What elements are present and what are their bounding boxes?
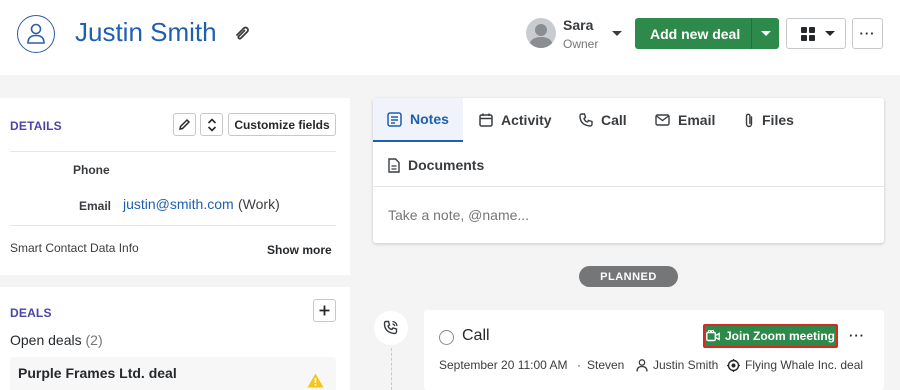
reorder-button[interactable] [200, 113, 223, 136]
composer-divider [373, 186, 884, 187]
timeline-connector [391, 348, 392, 390]
planned-label: PLANNED [579, 266, 678, 287]
activity-date: September 20 11:00 AM [439, 358, 568, 372]
tab-email[interactable]: Email [655, 98, 715, 142]
expand-collapse-icon [207, 117, 216, 132]
tab-label: Documents [408, 157, 485, 173]
tab-label: Call [601, 112, 627, 128]
open-deals-label: Open deals [10, 332, 82, 348]
add-deal-button[interactable] [313, 299, 336, 322]
note-composer: Notes Activity Call Email Files Document… [373, 98, 884, 243]
contact-avatar [17, 15, 55, 53]
target-icon [727, 358, 740, 372]
smart-contact-data-label: Smart Contact Data Info [10, 241, 139, 255]
activity-deal-name[interactable]: Flying Whale Inc. deal [745, 358, 863, 372]
tab-notes[interactable]: Notes [373, 98, 463, 142]
show-more-link[interactable]: Show more [267, 243, 332, 257]
chevron-down-icon [825, 31, 835, 36]
deals-title: DEALS [10, 306, 52, 320]
phone-label: Phone [73, 163, 110, 177]
join-zoom-meeting-button[interactable]: Join Zoom meeting [703, 324, 838, 348]
divider [10, 151, 336, 152]
owner-name[interactable]: Sara [563, 17, 593, 33]
activity-card[interactable]: Call Join Zoom meeting ··· September 20 … [424, 310, 884, 390]
button-divider [751, 18, 752, 49]
deals-panel: DEALS Open deals (2) Purple Frames Ltd. … [0, 287, 350, 390]
user-silhouette-icon [529, 24, 553, 48]
person-icon [27, 23, 45, 44]
meta-separator: · [577, 358, 581, 372]
chevron-down-icon[interactable] [612, 31, 622, 36]
email-label: Email [79, 199, 112, 213]
edit-button[interactable] [173, 113, 196, 136]
tab-label: Notes [410, 111, 449, 127]
call-activity-icon [374, 311, 408, 345]
owner-role: Owner [563, 37, 599, 51]
document-icon [388, 157, 400, 173]
deal-name[interactable]: Purple Frames Ltd. deal [18, 365, 177, 381]
details-panel: DETAILS Customize fields Phone Email jus… [0, 98, 350, 275]
note-input[interactable]: Take a note, @name... [388, 207, 529, 223]
join-zoom-label: Join Zoom meeting [724, 329, 835, 343]
view-switch-button[interactable] [786, 18, 846, 49]
tab-label: Activity [501, 112, 552, 128]
add-new-deal-button[interactable]: Add new deal [635, 18, 779, 49]
email-type: (Work) [238, 196, 280, 212]
person-icon [636, 358, 648, 372]
phone-ringing-icon [383, 320, 398, 335]
contact-header: Justin Smith Sara Owner Add new deal ··· [0, 0, 900, 75]
more-actions-button[interactable]: ··· [852, 18, 883, 49]
details-title: DETAILS [10, 119, 62, 133]
video-icon [706, 330, 720, 342]
notes-icon [387, 111, 402, 127]
envelope-icon [655, 114, 670, 126]
grid-icon [801, 26, 815, 41]
mark-done-checkbox[interactable] [439, 330, 454, 345]
phone-icon [579, 113, 593, 127]
activity-title[interactable]: Call [462, 327, 490, 345]
deal-item[interactable]: Purple Frames Ltd. deal [10, 357, 336, 390]
paperclip-icon [745, 113, 753, 127]
tab-documents[interactable]: Documents [388, 143, 484, 187]
activity-deal[interactable]: Flying Whale Inc. deal [727, 358, 863, 372]
tab-activity[interactable]: Activity [479, 98, 552, 142]
customize-fields-button[interactable]: Customize fields [228, 113, 336, 136]
activity-person-name[interactable]: Justin Smith [653, 358, 718, 372]
owner-avatar[interactable] [526, 18, 556, 48]
tab-call[interactable]: Call [579, 98, 627, 142]
add-new-deal-label[interactable]: Add new deal [635, 26, 751, 42]
open-deals-heading: Open deals (2) [10, 332, 103, 348]
email-link[interactable]: justin@smith.com [123, 196, 234, 212]
activity-person[interactable]: Justin Smith [636, 358, 718, 372]
plus-icon [319, 305, 330, 316]
warning-icon [307, 373, 324, 388]
open-deals-count: (2) [85, 332, 103, 348]
tab-files[interactable]: Files [744, 98, 794, 142]
tab-label: Email [678, 112, 716, 128]
label-tag-icon[interactable] [233, 24, 251, 42]
tab-label: Files [762, 112, 794, 128]
chevron-down-icon[interactable] [761, 31, 771, 36]
divider [10, 225, 336, 226]
activity-more-button[interactable]: ··· [849, 328, 865, 343]
activity-assignee[interactable]: Steven [587, 358, 624, 372]
pencil-icon [179, 118, 191, 130]
calendar-icon [479, 113, 493, 127]
person-name[interactable]: Justin Smith [75, 17, 217, 48]
